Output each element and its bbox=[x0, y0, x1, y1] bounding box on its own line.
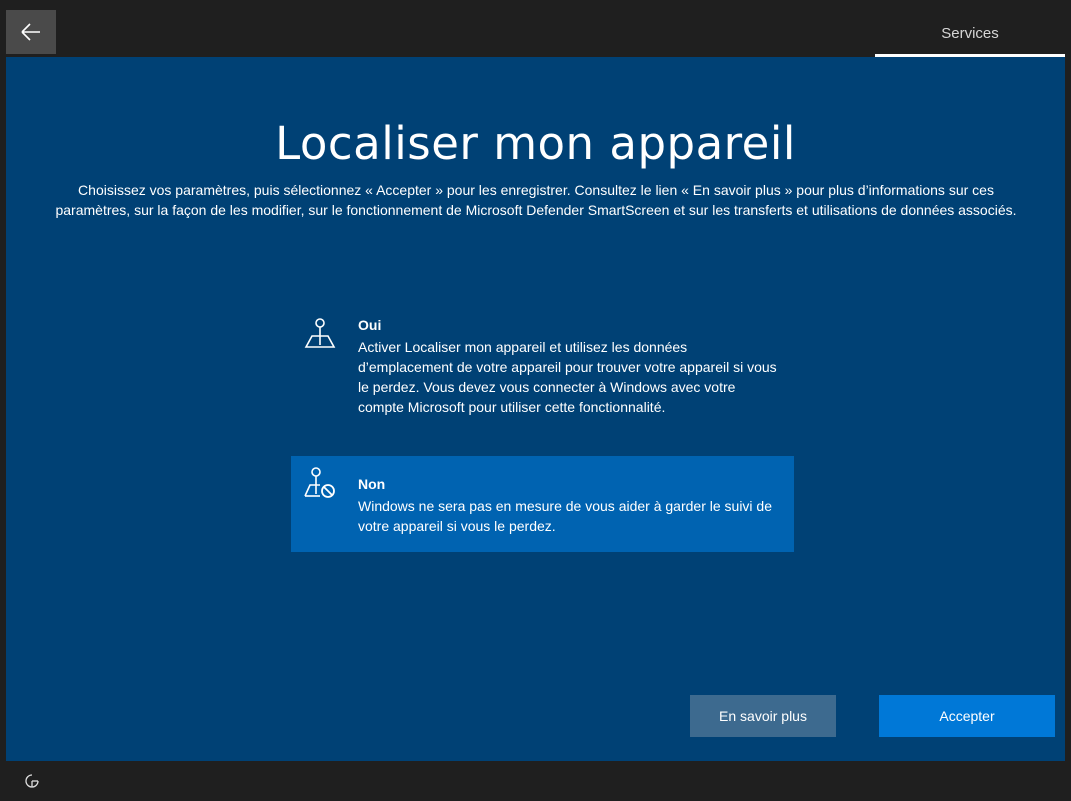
option-description: Activer Localiser mon appareil et utilis… bbox=[358, 339, 777, 415]
location-map-blocked-icon bbox=[304, 467, 335, 498]
learn-more-button[interactable]: En savoir plus bbox=[690, 695, 836, 737]
location-map-icon bbox=[304, 318, 336, 348]
option-oui[interactable]: Oui Activer Localiser mon appareil et ut… bbox=[291, 307, 794, 447]
top-bar: Services bbox=[0, 0, 1071, 57]
back-arrow-icon bbox=[21, 23, 40, 41]
option-title: Non bbox=[358, 476, 386, 492]
back-button[interactable] bbox=[6, 10, 56, 54]
oobe-screen: Services Localiser mon appareil Choisiss… bbox=[0, 0, 1071, 801]
page-description: Choisissez vos paramètres, puis sélectio… bbox=[55, 182, 1017, 218]
option-non[interactable]: Non Windows ne sera pas en mesure de vou… bbox=[291, 456, 794, 552]
page-title: Localiser mon appareil bbox=[275, 117, 796, 170]
accept-button[interactable]: Accepter bbox=[879, 695, 1055, 737]
accessibility-icon[interactable] bbox=[24, 773, 40, 789]
option-description: Windows ne sera pas en mesure de vous ai… bbox=[358, 498, 772, 534]
tab-services[interactable]: Services bbox=[875, 10, 1065, 56]
option-title: Oui bbox=[358, 317, 382, 333]
bottom-bar bbox=[0, 761, 1071, 801]
main-panel: Localiser mon appareil Choisissez vos pa… bbox=[6, 57, 1065, 761]
